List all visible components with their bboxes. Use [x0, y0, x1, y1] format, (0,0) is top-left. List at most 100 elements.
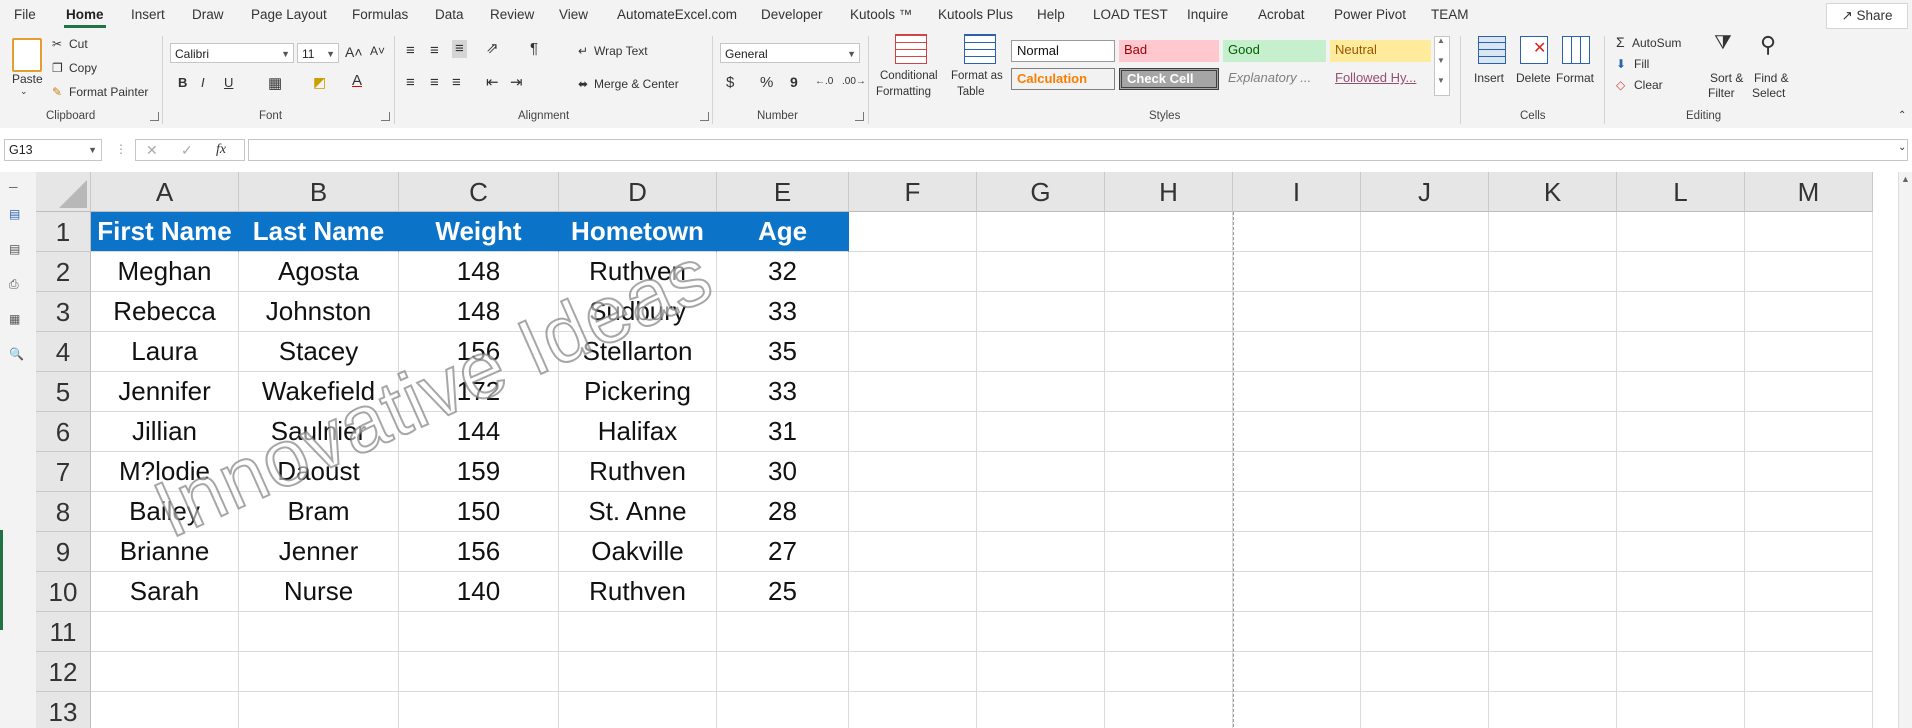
column-j-header[interactable]: J — [1361, 172, 1489, 212]
table-header-cell[interactable]: Last Name — [239, 212, 399, 252]
tab-automateexcel[interactable]: AutomateExcel.com — [617, 7, 737, 22]
tab-data[interactable]: Data — [435, 7, 464, 22]
table-cell[interactable]: 148 — [399, 292, 559, 332]
empty-cell[interactable] — [1361, 252, 1489, 292]
empty-cell[interactable] — [1745, 492, 1873, 532]
table-header-cell[interactable]: Weight — [399, 212, 559, 252]
empty-cell[interactable] — [977, 412, 1105, 452]
conditional-formatting-line1[interactable]: Conditional — [880, 70, 938, 82]
orientation-icon[interactable]: ⇗ — [486, 40, 499, 58]
text-direction-icon[interactable]: ¶ — [530, 40, 538, 58]
style-good[interactable]: Good — [1223, 40, 1326, 62]
table-cell[interactable]: 32 — [717, 252, 849, 292]
tab-kutools[interactable]: Kutools ™ — [850, 7, 912, 22]
styles-scroll[interactable] — [1434, 36, 1450, 96]
column-c-header[interactable]: C — [399, 172, 559, 212]
share-button[interactable]: ↗ Share — [1826, 3, 1908, 29]
paste-button[interactable]: Paste — [12, 72, 43, 86]
row-8-header[interactable]: 8 — [36, 492, 91, 532]
table-cell[interactable]: Meghan — [91, 252, 239, 292]
empty-cell[interactable] — [1489, 452, 1617, 492]
empty-cell[interactable] — [1233, 692, 1361, 728]
column-a-header[interactable]: A — [91, 172, 239, 212]
table-cell[interactable]: 33 — [717, 292, 849, 332]
percent-button[interactable]: % — [760, 74, 773, 91]
sort-filter-icon[interactable]: ⧩ — [1714, 32, 1732, 55]
alignment-launcher-icon[interactable] — [700, 112, 709, 121]
tab-kutools-plus[interactable]: Kutools Plus — [938, 7, 1013, 22]
vertical-scrollbar[interactable]: ▲ — [1898, 172, 1912, 728]
row-11-header[interactable]: 11 — [36, 612, 91, 652]
empty-cell[interactable] — [849, 492, 977, 532]
column-l-header[interactable]: L — [1617, 172, 1745, 212]
empty-cell[interactable] — [1233, 572, 1361, 612]
empty-cell[interactable] — [717, 612, 849, 652]
tab-formulas[interactable]: Formulas — [352, 7, 408, 22]
underline-button[interactable]: U — [224, 75, 233, 90]
empty-cell[interactable] — [1617, 212, 1745, 252]
empty-cell[interactable] — [1105, 532, 1233, 572]
format-cells-button[interactable]: Format — [1556, 71, 1594, 85]
table-cell[interactable]: Pickering — [559, 372, 717, 412]
table-cell[interactable]: Wakefield — [239, 372, 399, 412]
table-cell[interactable]: M?lodie — [91, 452, 239, 492]
table-cell[interactable]: Jenner — [239, 532, 399, 572]
table-cell[interactable]: 28 — [717, 492, 849, 532]
empty-cell[interactable] — [1105, 612, 1233, 652]
empty-cell[interactable] — [977, 252, 1105, 292]
empty-cell[interactable] — [1745, 372, 1873, 412]
empty-cell[interactable] — [849, 412, 977, 452]
empty-cell[interactable] — [1489, 612, 1617, 652]
row-6-header[interactable]: 6 — [36, 412, 91, 452]
table-cell[interactable]: 31 — [717, 412, 849, 452]
empty-cell[interactable] — [1105, 252, 1233, 292]
strip-icon[interactable]: ▤ — [9, 242, 20, 256]
empty-cell[interactable] — [977, 452, 1105, 492]
style-normal[interactable]: Normal — [1011, 40, 1115, 62]
empty-cell[interactable] — [1105, 492, 1233, 532]
empty-cell[interactable] — [1745, 452, 1873, 492]
strip-icon[interactable]: ─ — [9, 180, 18, 194]
empty-cell[interactable] — [559, 692, 717, 728]
empty-cell[interactable] — [849, 612, 977, 652]
empty-cell[interactable] — [1233, 372, 1361, 412]
empty-cell[interactable] — [1361, 492, 1489, 532]
find-select-line2[interactable]: Select — [1752, 86, 1785, 100]
format-painter-button[interactable]: Format Painter — [69, 85, 148, 99]
empty-cell[interactable] — [717, 652, 849, 692]
search-icon[interactable]: ⚲ — [1760, 32, 1776, 58]
table-cell[interactable]: 33 — [717, 372, 849, 412]
empty-cell[interactable] — [977, 692, 1105, 728]
format-as-table-line2[interactable]: Table — [957, 86, 985, 98]
copy-button[interactable]: Copy — [69, 61, 97, 75]
font-size-select[interactable]: 11 ▼ — [297, 43, 339, 63]
column-k-header[interactable]: K — [1489, 172, 1617, 212]
table-cell[interactable]: Stellarton — [559, 332, 717, 372]
empty-cell[interactable] — [1617, 292, 1745, 332]
style-neutral[interactable]: Neutral — [1330, 40, 1431, 62]
empty-cell[interactable] — [1489, 292, 1617, 332]
empty-cell[interactable] — [1617, 532, 1745, 572]
empty-cell[interactable] — [849, 372, 977, 412]
empty-cell[interactable] — [1745, 332, 1873, 372]
table-cell[interactable]: Sarah — [91, 572, 239, 612]
empty-cell[interactable] — [1489, 492, 1617, 532]
row-5-header[interactable]: 5 — [36, 372, 91, 412]
column-g-header[interactable]: G — [977, 172, 1105, 212]
delete-cells-button[interactable]: Delete — [1516, 71, 1551, 85]
empty-cell[interactable] — [1617, 692, 1745, 728]
tab-insert[interactable]: Insert — [131, 7, 165, 22]
empty-cell[interactable] — [239, 652, 399, 692]
table-cell[interactable]: 140 — [399, 572, 559, 612]
more-styles-icon[interactable]: ▼ — [1437, 76, 1445, 85]
table-cell[interactable]: Agosta — [239, 252, 399, 292]
empty-cell[interactable] — [1745, 252, 1873, 292]
table-cell[interactable]: Ruthven — [559, 252, 717, 292]
table-cell[interactable]: Laura — [91, 332, 239, 372]
column-b-header[interactable]: B — [239, 172, 399, 212]
align-center-icon[interactable]: ≡ — [430, 74, 439, 92]
column-e-header[interactable]: E — [717, 172, 849, 212]
empty-cell[interactable] — [559, 652, 717, 692]
comma-button[interactable]: 9 — [790, 74, 798, 90]
autosum-button[interactable]: AutoSum — [1632, 36, 1681, 50]
